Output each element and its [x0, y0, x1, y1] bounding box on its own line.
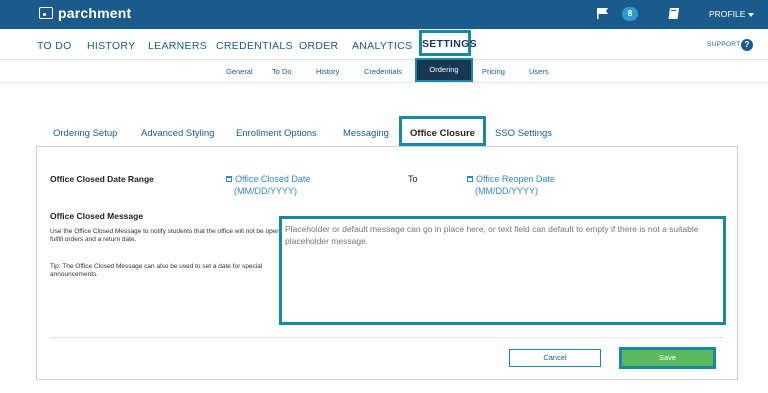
caret-down-icon [748, 12, 755, 17]
calendar-icon [226, 176, 232, 182]
tab-sso-settings[interactable]: SSO Settings [495, 128, 552, 139]
subnav-pricing[interactable]: Pricing [482, 67, 505, 76]
office-closed-message-input[interactable] [279, 216, 726, 325]
profile-label: PROFILE [709, 9, 746, 19]
message-label: Office Closed Message [50, 211, 144, 221]
save-button[interactable]: Save [619, 347, 716, 369]
message-tip-text: Tip: The Office Closed Message can also … [50, 263, 263, 278]
subnav-users[interactable]: Users [529, 67, 549, 76]
tab-enrollment-options[interactable]: Enrollment Options [236, 128, 317, 139]
logo-icon [39, 7, 53, 19]
to-label: To [408, 174, 418, 184]
calendar-icon [467, 176, 473, 182]
logo-text: parchment [58, 5, 132, 21]
message-help-text: Use the Office Closed Message to notify … [50, 228, 288, 243]
top-bar: parchment 8 PROFILE [0, 0, 768, 29]
subnav-credentials[interactable]: Credentials [364, 67, 402, 76]
subnav-ordering[interactable]: Ordering [415, 58, 473, 82]
notification-badge[interactable]: 8 [622, 7, 638, 21]
nav-settings-label: SETTINGS [422, 38, 477, 50]
cancel-button[interactable]: Cancel [509, 349, 601, 367]
nav-credentials[interactable]: CREDENTIALS [216, 40, 293, 52]
subnav-todo[interactable]: To Do [272, 67, 292, 76]
tab-office-closure-label: Office Closure [410, 128, 475, 139]
main-nav: TO DO HISTORY LEARNERS CREDENTIALS ORDER… [0, 29, 768, 61]
nav-analytics[interactable]: ANALYTICS [352, 40, 412, 52]
nav-learners[interactable]: LEARNERS [148, 40, 207, 52]
reopen-date-line1: Office Reopen Date [476, 174, 555, 184]
closed-date-line1: Office Closed Date [235, 174, 311, 184]
reopen-date-line2: (MM/DD/YYYY) [475, 186, 538, 196]
tab-messaging[interactable]: Messaging [343, 128, 389, 139]
help-icon[interactable]: ? [741, 39, 753, 51]
support-link[interactable]: SUPPORT [707, 41, 740, 48]
nav-order[interactable]: ORDER [299, 40, 338, 52]
tab-ordering-setup[interactable]: Ordering Setup [53, 128, 117, 139]
office-reopen-date-picker[interactable]: Office Reopen Date (MM/DD/YYYY) [467, 173, 555, 197]
office-closed-date-picker[interactable]: Office Closed Date (MM/DD/YYYY) [226, 173, 310, 197]
parchment-logo[interactable]: parchment [39, 5, 131, 21]
tab-office-closure[interactable]: Office Closure [399, 116, 486, 146]
nav-todo[interactable]: TO DO [37, 40, 72, 52]
book-icon[interactable] [668, 8, 680, 19]
sub-nav: General To Do History Credentials Pricin… [0, 59, 768, 83]
profile-menu[interactable]: PROFILE [709, 9, 755, 19]
subnav-general[interactable]: General [226, 67, 253, 76]
nav-settings[interactable]: SETTINGS [419, 30, 477, 56]
flag-icon[interactable] [597, 8, 609, 19]
tab-advanced-styling[interactable]: Advanced Styling [141, 128, 214, 139]
subnav-history[interactable]: History [316, 67, 339, 76]
date-range-label: Office Closed Date Range [50, 174, 154, 184]
divider [50, 337, 724, 338]
nav-history[interactable]: HISTORY [87, 40, 135, 52]
closed-date-line2: (MM/DD/YYYY) [234, 186, 297, 196]
